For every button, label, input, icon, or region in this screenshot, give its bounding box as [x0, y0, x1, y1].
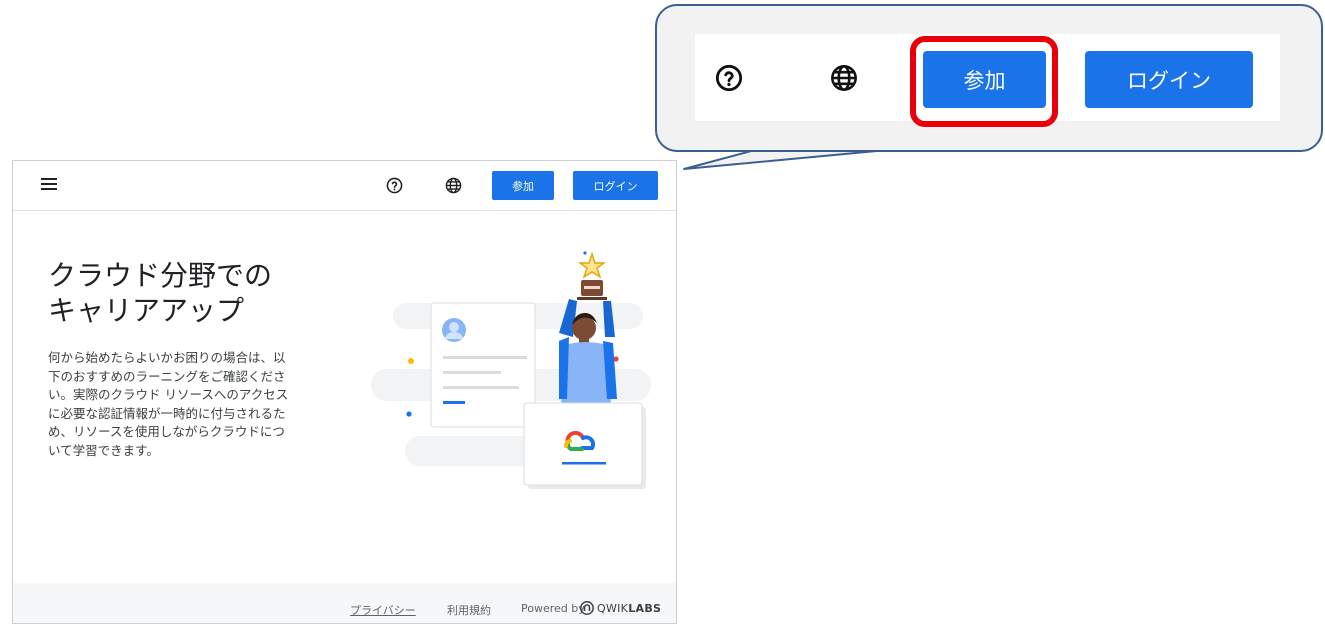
page-window: 参加 ログイン クラウド分野での キャリアアップ 何から始めたらよいかお困りの場…	[12, 160, 677, 624]
hero-title-line: キャリアアップ	[48, 294, 245, 327]
help-circle-icon[interactable]	[715, 64, 743, 96]
highlight-box	[910, 36, 1058, 127]
brand-bold: LABS	[628, 602, 662, 615]
page-footer: プライバシー 利用規約 Powered by QWIKLABS	[13, 583, 676, 623]
hero-description-line: に必要な認証情報が一時的に付与されるた	[48, 405, 286, 421]
hero-description-line: め、リソースを使用しながらクラウドにつ	[48, 424, 285, 439]
hero-description-line: い。実際のクラウド リソースへのアクセス	[48, 387, 289, 402]
qwiklabs-logo-icon	[580, 601, 594, 615]
hero-title-line: クラウド分野での	[48, 259, 273, 292]
qwiklabs-brand: QWIKLABS	[597, 602, 661, 615]
globe-icon[interactable]	[445, 177, 462, 198]
career-illustration	[371, 251, 651, 489]
privacy-link[interactable]: プライバシー	[350, 602, 416, 618]
login-button-zoomed[interactable]: ログイン	[1085, 51, 1253, 108]
globe-icon[interactable]	[830, 64, 858, 96]
hero-description-line: 下のおすすめのラーニングをご確認くださ	[48, 368, 286, 384]
help-circle-icon[interactable]	[386, 177, 403, 198]
terms-link[interactable]: 利用規約	[447, 602, 491, 618]
hero-description-line: 何から始めたらよいかお困りの場合は、以	[48, 350, 286, 365]
hero-description-line: いて学習できます。	[48, 442, 159, 458]
powered-by-text: Powered by	[521, 602, 585, 615]
hero-title: クラウド分野での キャリアアップ	[48, 258, 272, 328]
hero-description: 何から始めたらよいかお困りの場合は、以 下のおすすめのラーニングをご確認くださ …	[48, 349, 310, 460]
brand-light: QWIK	[597, 602, 629, 615]
